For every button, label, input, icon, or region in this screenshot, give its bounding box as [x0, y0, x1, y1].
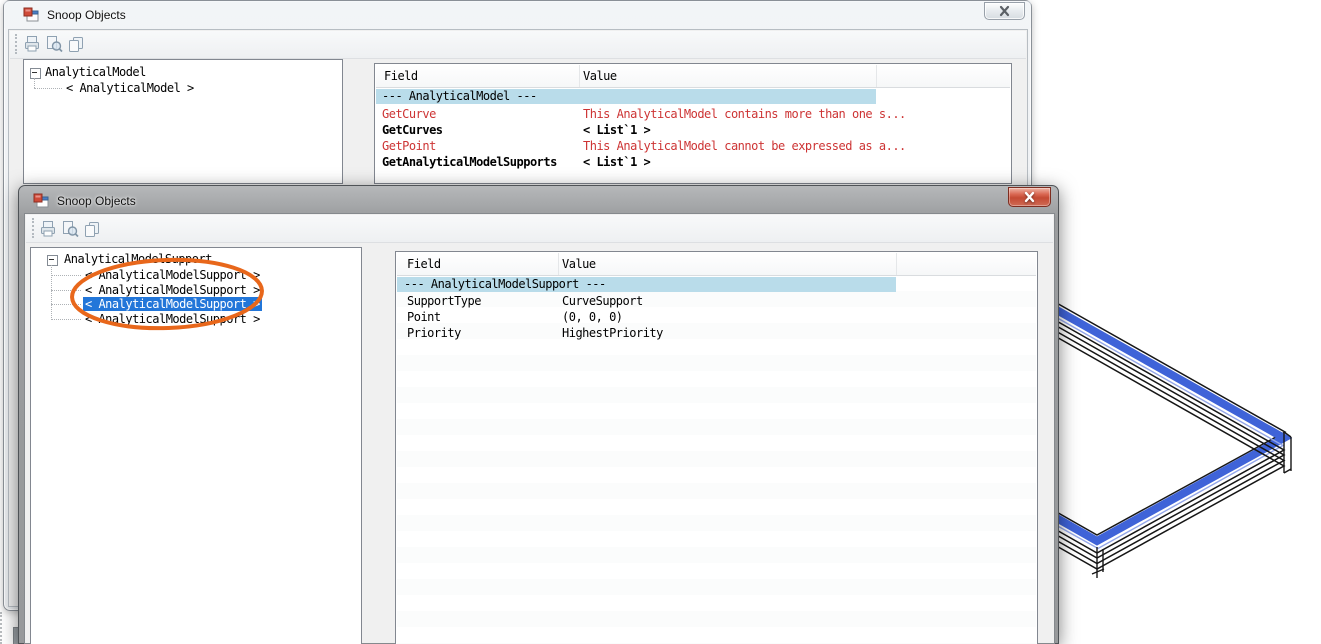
tree-panel[interactable]: AnalyticalModel < AnalyticalModel > [23, 59, 343, 184]
cell-value: CurveSupport [562, 294, 643, 309]
toolbar-grip[interactable] [15, 34, 19, 54]
tree-root[interactable]: AnalyticalModel [45, 65, 146, 79]
cell-value: This AnalyticalModel contains more than … [583, 107, 906, 122]
copy-icon[interactable] [83, 220, 101, 238]
copy-icon[interactable] [67, 35, 85, 53]
tree-item[interactable]: < AnalyticalModelSupport > [83, 283, 262, 297]
cell-value: This AnalyticalModel cannot be expressed… [583, 139, 906, 154]
tree-item[interactable]: < AnalyticalModelSupport > [83, 268, 262, 282]
column-header-value[interactable]: Value [562, 257, 596, 271]
tree-item[interactable]: < AnalyticalModel > [64, 81, 196, 95]
column-header-field[interactable]: Field [384, 69, 418, 83]
window-title: Snoop Objects [47, 8, 126, 22]
close-button[interactable] [984, 2, 1025, 20]
field-value-list[interactable]: Field Value --- AnalyticalModel --- GetC… [374, 63, 1012, 184]
list-row[interactable]: GetPoint This AnalyticalModel cannot be … [376, 139, 1006, 154]
field-value-list[interactable]: Field Value --- AnalyticalModelSupport -… [395, 251, 1038, 644]
print-icon[interactable] [23, 35, 41, 53]
toolbar [26, 215, 1053, 243]
cell-field: GetCurves [382, 123, 443, 138]
titlebar[interactable]: Snoop Objects [19, 186, 1058, 213]
print-icon[interactable] [39, 220, 57, 238]
cell-field: Priority [407, 326, 461, 341]
titlebar[interactable]: Snoop Objects [4, 1, 1031, 28]
cell-field: Point [407, 310, 441, 325]
close-icon [1009, 188, 1050, 206]
close-button[interactable] [1008, 187, 1051, 207]
column-header-value[interactable]: Value [583, 69, 617, 83]
list-row[interactable]: GetAnalyticalModelSupports < List`1 > [376, 155, 1006, 170]
cell-value: HighestPriority [562, 326, 663, 341]
toolbar [10, 31, 1026, 59]
window-title: Snoop Objects [57, 194, 136, 208]
list-row[interactable]: Point (0, 0, 0) [397, 310, 1027, 325]
close-icon [985, 3, 1024, 19]
list-row[interactable]: Priority HighestPriority [397, 326, 1027, 341]
cell-value: < List`1 > [583, 155, 650, 170]
app-window-icon [23, 7, 39, 23]
screen: { "colors": { "selection_blue": "#2276d9… [0, 0, 1321, 644]
list-row[interactable]: GetCurve This AnalyticalModel contains m… [376, 107, 1006, 122]
cell-field: GetAnalyticalModelSupports [382, 155, 557, 170]
cell-field: --- AnalyticalModel --- [382, 89, 537, 104]
print-preview-icon[interactable] [45, 35, 63, 53]
snoop-objects-window-front[interactable]: Snoop Objects [18, 185, 1059, 644]
revit-3d-viewport[interactable] [1040, 280, 1321, 644]
list-row-section[interactable]: --- AnalyticalModelSupport --- [397, 277, 896, 292]
tree-panel[interactable]: AnalyticalModelSupport < AnalyticalModel… [30, 247, 362, 644]
list-header: Field Value [376, 65, 1010, 88]
cell-field: SupportType [407, 294, 481, 309]
list-header: Field Value [397, 253, 1036, 276]
cell-value: (0, 0, 0) [562, 310, 623, 325]
background-dotted-edge [0, 612, 4, 644]
toolbar-grip[interactable] [32, 218, 36, 238]
tree-item[interactable]: < AnalyticalModelSupport > [83, 312, 262, 326]
tree-item-selected[interactable]: < AnalyticalModelSupport > [83, 297, 262, 311]
app-window-icon [33, 193, 49, 209]
print-preview-icon[interactable] [61, 220, 79, 238]
cell-field: GetCurve [382, 107, 436, 122]
list-row-section[interactable]: --- AnalyticalModel --- [376, 89, 876, 104]
list-row[interactable]: GetCurves < List`1 > [376, 123, 1006, 138]
tree-root[interactable]: AnalyticalModelSupport [64, 252, 212, 266]
cell-value: < List`1 > [583, 123, 650, 138]
cell-field: --- AnalyticalModelSupport --- [404, 277, 606, 292]
column-header-field[interactable]: Field [407, 257, 441, 271]
client-area: AnalyticalModelSupport < AnalyticalModel… [24, 213, 1055, 644]
list-row[interactable]: SupportType CurveSupport [397, 294, 1027, 309]
cell-field: GetPoint [382, 139, 436, 154]
